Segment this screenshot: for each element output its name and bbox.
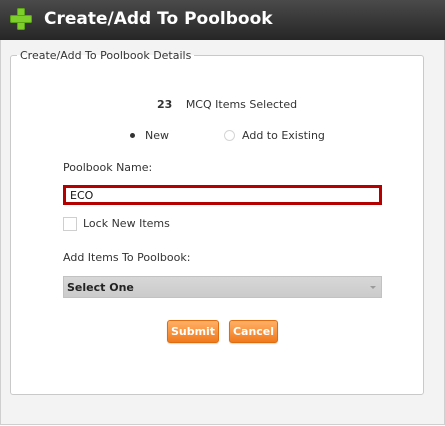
items-selected-summary: 23 MCQ Items Selected (157, 98, 297, 111)
items-count: 23 (157, 98, 173, 111)
cancel-button[interactable]: Cancel (229, 320, 278, 343)
lock-new-items-label: Lock New Items (83, 217, 170, 230)
details-legend: Create/Add To Poolbook Details (20, 49, 192, 62)
radio-unselected-icon[interactable] (224, 130, 235, 141)
poolbook-name-input[interactable] (63, 185, 382, 205)
chevron-down-icon (370, 286, 376, 289)
plus-icon (10, 8, 32, 30)
radio-new-label: New (145, 129, 169, 142)
select-value: Select One (67, 281, 134, 294)
poolbook-name-label: Poolbook Name: (63, 161, 153, 174)
add-items-select[interactable]: Select One (63, 276, 382, 298)
lock-new-items-checkbox[interactable] (63, 217, 77, 231)
submit-button[interactable]: Submit (167, 320, 219, 343)
title-bar: Create/Add To Poolbook (0, 0, 445, 40)
window-title: Create/Add To Poolbook (44, 9, 273, 29)
radio-selected-icon[interactable] (127, 130, 138, 141)
radio-add-to-existing[interactable]: Add to Existing (224, 129, 325, 142)
items-selected-text: MCQ Items Selected (185, 98, 298, 111)
add-items-label: Add Items To Poolbook: (63, 251, 191, 264)
radio-new[interactable]: New (127, 129, 169, 142)
radio-add-to-existing-label: Add to Existing (242, 129, 325, 142)
